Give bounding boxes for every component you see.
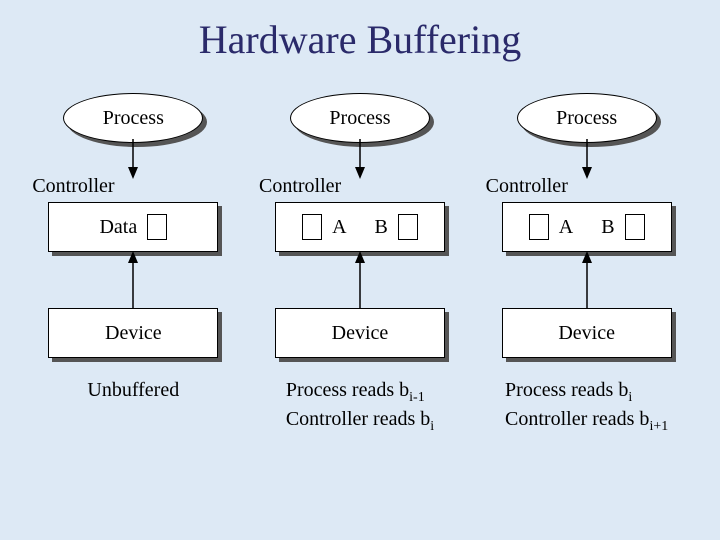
- buffer-slot-a: [302, 214, 322, 240]
- process-ellipse: Process: [517, 93, 657, 143]
- device-label: Device: [105, 322, 162, 345]
- process-label: Process: [556, 107, 617, 130]
- device-label: Device: [332, 322, 389, 345]
- process-ellipse: Process: [290, 93, 430, 143]
- process-label: Process: [329, 107, 390, 130]
- label-b: B: [601, 216, 614, 239]
- caption-unbuffered: Unbuffered: [87, 378, 179, 434]
- buffer-slot-b: [625, 214, 645, 240]
- column-unbuffered: Process Controller Data Device Unbuffere…: [28, 93, 238, 435]
- arrow-device-to-controller: [574, 251, 600, 311]
- label-b: B: [375, 216, 388, 239]
- diagram-columns: Process Controller Data Device Unbuffere…: [0, 93, 720, 435]
- controller-label: Controller: [486, 175, 568, 198]
- device-label: Device: [558, 322, 615, 345]
- label-a: A: [332, 216, 346, 239]
- controller-box: Data: [48, 202, 218, 252]
- controller-label: Controller: [32, 175, 114, 198]
- device-box: Device: [48, 308, 218, 358]
- buffer-slot-b: [398, 214, 418, 240]
- data-label: Data: [99, 216, 137, 239]
- page-title: Hardware Buffering: [0, 0, 720, 63]
- data-slot: [147, 214, 167, 240]
- process-ellipse: Process: [63, 93, 203, 143]
- process-label: Process: [103, 107, 164, 130]
- column-double-buffer-2: Process Controller A B Device Proce: [482, 93, 692, 435]
- label-a: A: [559, 216, 573, 239]
- device-box: Device: [275, 308, 445, 358]
- arrow-device-to-controller: [347, 251, 373, 311]
- caption-buffer-1: Process reads bi-1 Controller reads bi: [286, 378, 434, 435]
- caption-buffer-2: Process reads bi Controller reads bi+1: [505, 378, 668, 435]
- column-double-buffer-1: Process Controller A B Device Proce: [255, 93, 465, 435]
- controller-label: Controller: [259, 175, 341, 198]
- device-box: Device: [502, 308, 672, 358]
- buffer-slot-a: [529, 214, 549, 240]
- controller-box: A B: [275, 202, 445, 252]
- arrow-device-to-controller: [120, 251, 146, 311]
- controller-box: A B: [502, 202, 672, 252]
